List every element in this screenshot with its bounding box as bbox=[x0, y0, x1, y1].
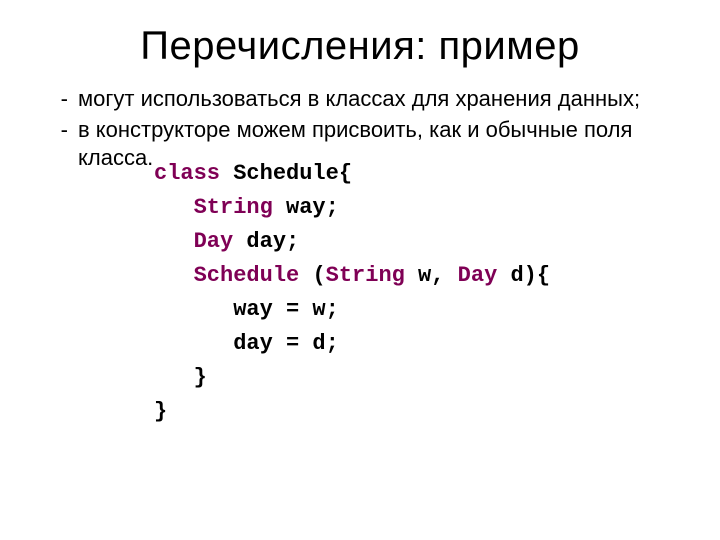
code-block: class Schedule{ String way; Day day; Sch… bbox=[154, 157, 680, 430]
code-text: d){ bbox=[497, 263, 550, 288]
code-keyword: class bbox=[154, 161, 220, 186]
code-type: Day bbox=[458, 263, 498, 288]
code-text: Schedule{ bbox=[220, 161, 352, 186]
code-text: way = w; bbox=[154, 297, 339, 322]
code-text: ( bbox=[312, 263, 325, 288]
code-text: } bbox=[154, 365, 207, 390]
code-text: day = d; bbox=[154, 331, 339, 356]
code-type: Day bbox=[154, 229, 233, 254]
slide-title: Перечисления: пример bbox=[40, 24, 680, 69]
code-type: String bbox=[154, 195, 273, 220]
code-type: Schedule bbox=[154, 263, 312, 288]
code-type: String bbox=[326, 263, 405, 288]
code-text: w, bbox=[405, 263, 458, 288]
code-text: way; bbox=[273, 195, 339, 220]
bullet-item: могут использоваться в классах для хране… bbox=[68, 85, 680, 114]
code-text: } bbox=[154, 399, 167, 424]
code-text: day; bbox=[233, 229, 299, 254]
slide: Перечисления: пример могут использоватьс… bbox=[0, 0, 720, 540]
